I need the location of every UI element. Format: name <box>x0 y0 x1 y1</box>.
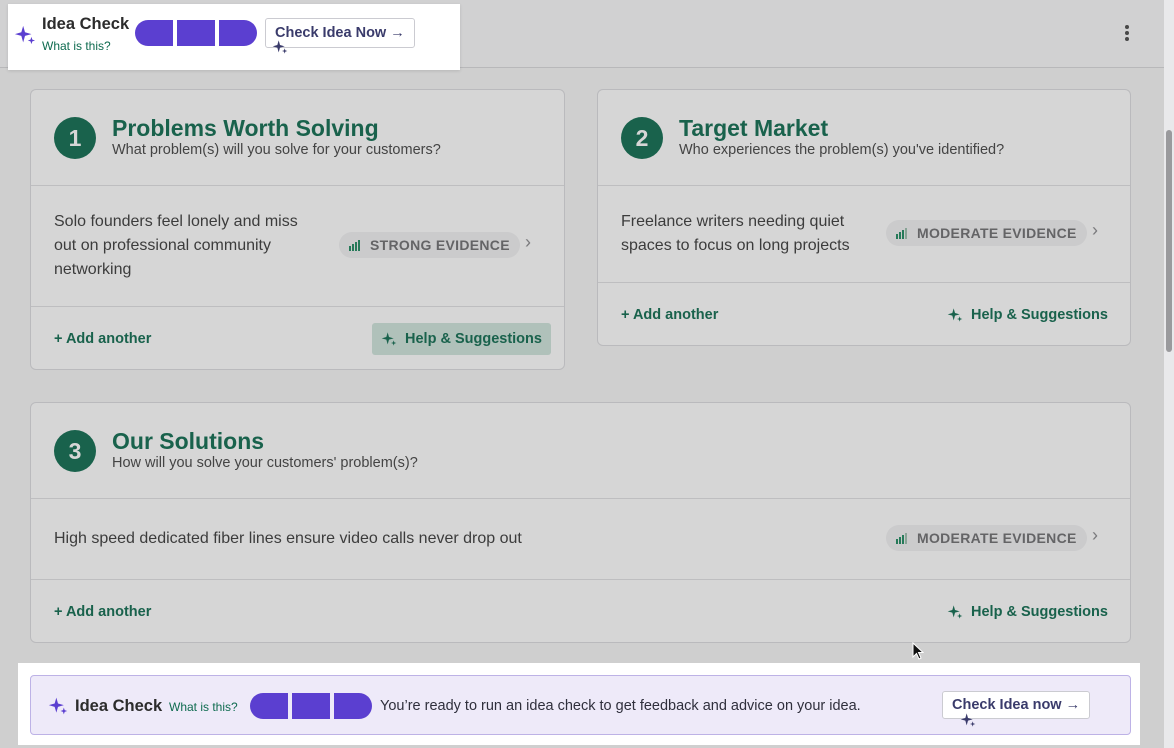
signal-bars-icon <box>896 227 907 239</box>
list-item[interactable]: High speed dedicated fiber lines ensure … <box>31 499 1130 580</box>
card-subtitle: What problem(s) will you solve for your … <box>112 142 441 158</box>
help-suggestions-label: Help & Suggestions <box>971 307 1108 323</box>
vertical-scrollbar[interactable] <box>1164 0 1174 748</box>
help-suggestions-label: Help & Suggestions <box>971 604 1108 620</box>
item-text: Freelance writers needing quiet spaces t… <box>621 213 850 254</box>
progress-segment <box>219 20 257 46</box>
help-suggestions-button[interactable]: Help & Suggestions <box>372 323 551 355</box>
check-idea-now-label: Check Idea now → <box>952 697 1081 713</box>
card-header: 2 Target Market Who experiences the prob… <box>598 90 1130 186</box>
card-footer: + Add another Help & Suggestions <box>31 580 1130 644</box>
progress-segment <box>177 20 215 46</box>
target-market-card: 2 Target Market Who experiences the prob… <box>597 89 1131 346</box>
progress-pills <box>135 20 257 46</box>
evidence-label: STRONG EVIDENCE <box>370 237 510 253</box>
card-subtitle: Who experiences the problem(s) you've id… <box>679 142 1005 158</box>
add-another-link[interactable]: + Add another <box>621 307 718 323</box>
step-number-badge: 3 <box>54 430 96 472</box>
signal-bars-icon <box>349 239 360 251</box>
chevron-right-icon[interactable]: › <box>1092 525 1098 546</box>
check-idea-now-label: Check Idea Now → <box>275 25 405 41</box>
list-item[interactable]: Freelance writers needing quiet spaces t… <box>598 186 1130 283</box>
what-is-this-link[interactable]: What is this? <box>169 700 238 714</box>
idea-check-header-panel: Idea Check What is this? Check Idea Now … <box>8 4 460 70</box>
evidence-badge[interactable]: MODERATE EVIDENCE <box>886 220 1087 246</box>
what-is-this-link[interactable]: What is this? <box>42 39 111 53</box>
chevron-right-icon[interactable]: › <box>525 232 531 253</box>
evidence-badge[interactable]: STRONG EVIDENCE <box>339 232 520 258</box>
step-number-badge: 1 <box>54 117 96 159</box>
check-idea-now-button[interactable]: Check Idea Now → <box>265 18 415 54</box>
idea-check-footer-panel: Idea Check What is this? You’re ready to… <box>18 663 1140 745</box>
progress-pills <box>250 693 372 719</box>
idea-check-message: You’re ready to run an idea check to get… <box>380 698 861 714</box>
sparkle-icon <box>48 696 68 716</box>
app-page: 1 Problems Worth Solving What problem(s)… <box>0 0 1174 748</box>
evidence-label: MODERATE EVIDENCE <box>917 530 1077 546</box>
evidence-badge[interactable]: MODERATE EVIDENCE <box>886 525 1087 551</box>
card-header: 3 Our Solutions How will you solve your … <box>31 403 1130 499</box>
sparkle-icon <box>947 604 963 620</box>
idea-check-bar: Idea Check What is this? You’re ready to… <box>30 675 1131 735</box>
progress-segment <box>250 693 288 719</box>
sparkle-icon <box>960 712 976 728</box>
card-title: Problems Worth Solving <box>112 115 379 141</box>
card-subtitle: How will you solve your customers' probl… <box>112 455 418 471</box>
card-header: 1 Problems Worth Solving What problem(s)… <box>31 90 564 186</box>
problems-card: 1 Problems Worth Solving What problem(s)… <box>30 89 565 370</box>
evidence-label: MODERATE EVIDENCE <box>917 225 1077 241</box>
item-text: Solo founders feel lonely and miss out o… <box>54 213 298 278</box>
card-title: Target Market <box>679 115 829 141</box>
signal-bars-icon <box>896 532 907 544</box>
sparkle-icon <box>14 24 36 46</box>
add-another-link[interactable]: + Add another <box>54 331 151 347</box>
more-options-icon[interactable] <box>1118 22 1136 44</box>
sparkle-icon <box>272 39 288 55</box>
add-another-link[interactable]: + Add another <box>54 604 151 620</box>
list-item[interactable]: Solo founders feel lonely and miss out o… <box>31 186 564 307</box>
sparkle-icon <box>947 307 963 323</box>
progress-segment <box>135 20 173 46</box>
solutions-card: 3 Our Solutions How will you solve your … <box>30 402 1131 643</box>
step-number-badge: 2 <box>621 117 663 159</box>
mouse-cursor-icon <box>912 641 925 665</box>
card-footer: + Add another Help & Suggestions <box>31 307 564 371</box>
help-suggestions-button[interactable]: Help & Suggestions <box>938 299 1117 331</box>
card-title: Our Solutions <box>112 428 265 454</box>
idea-check-title: Idea Check <box>75 697 163 715</box>
progress-segment <box>334 693 372 719</box>
sparkle-icon <box>381 331 397 347</box>
progress-segment <box>292 693 330 719</box>
item-text: High speed dedicated fiber lines ensure … <box>54 530 522 547</box>
help-suggestions-button[interactable]: Help & Suggestions <box>938 596 1117 628</box>
chevron-right-icon[interactable]: › <box>1092 220 1098 241</box>
check-idea-now-button[interactable]: Check Idea now → <box>942 691 1091 727</box>
help-suggestions-label: Help & Suggestions <box>405 331 542 347</box>
idea-check-title: Idea Check <box>42 15 130 33</box>
scrollbar-thumb[interactable] <box>1166 130 1172 352</box>
card-footer: + Add another Help & Suggestions <box>598 283 1130 347</box>
